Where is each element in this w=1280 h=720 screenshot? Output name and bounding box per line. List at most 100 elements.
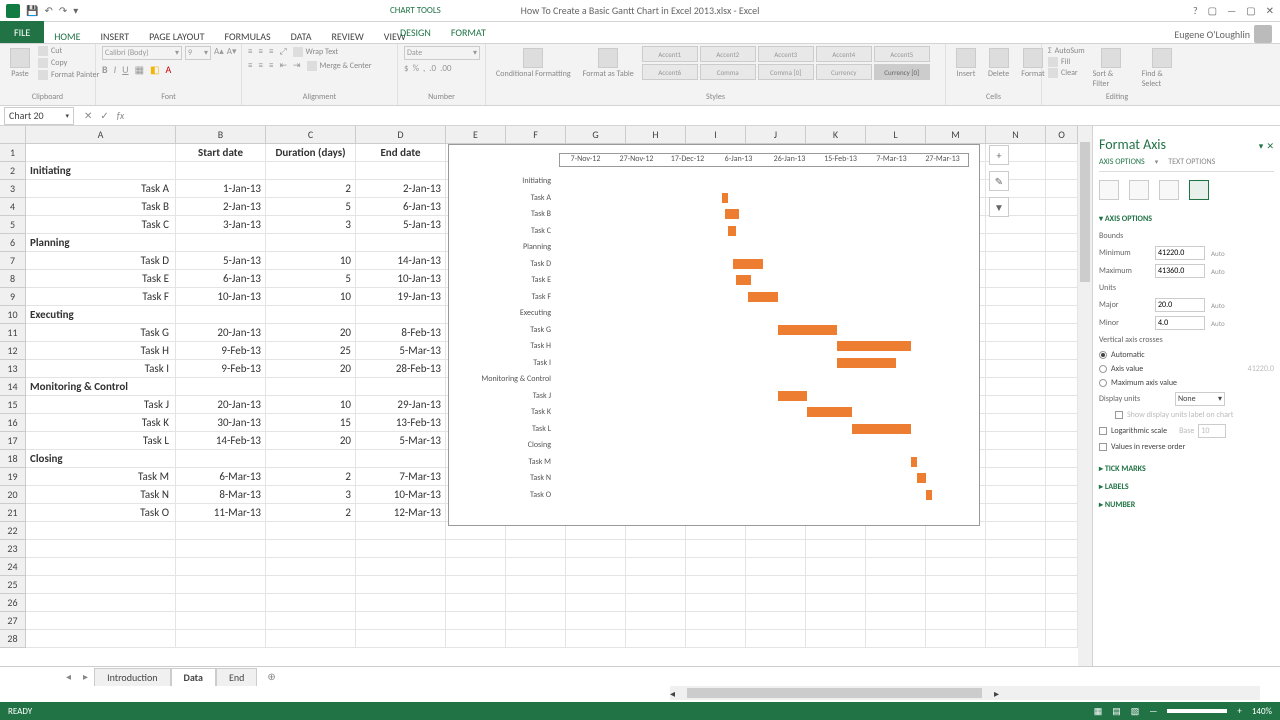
cell-style[interactable]: Accent5 [874, 46, 930, 62]
cell[interactable] [926, 612, 986, 630]
sheet-nav-prev-icon[interactable]: ◂ [60, 670, 77, 683]
cell[interactable] [356, 306, 446, 324]
units-minor-input[interactable] [1155, 316, 1205, 330]
cell[interactable] [926, 540, 986, 558]
delete-cells-button[interactable]: Delete [984, 46, 1013, 81]
row-header[interactable]: 14 [0, 378, 26, 396]
col-header[interactable]: E [446, 126, 506, 144]
cell[interactable] [1046, 324, 1078, 342]
cell[interactable] [986, 360, 1046, 378]
cell[interactable] [1046, 432, 1078, 450]
cell[interactable]: 9-Feb-13 [176, 342, 266, 360]
col-header[interactable]: C [266, 126, 356, 144]
row-header[interactable]: 8 [0, 270, 26, 288]
cell[interactable] [266, 540, 356, 558]
col-header[interactable]: N [986, 126, 1046, 144]
cell[interactable] [356, 234, 446, 252]
col-header[interactable]: J [746, 126, 806, 144]
sheet-nav-next-icon[interactable]: ▸ [77, 670, 94, 683]
view-normal-icon[interactable]: ▦ [1094, 706, 1103, 717]
cell[interactable] [986, 216, 1046, 234]
cell[interactable]: Planning [26, 234, 176, 252]
cell[interactable] [926, 630, 986, 648]
account-label[interactable]: Eugene O'Loughlin [1174, 25, 1272, 43]
bounds-max-input[interactable] [1155, 264, 1205, 278]
cell[interactable]: Task O [26, 504, 176, 522]
cell[interactable]: 3-Jan-13 [176, 216, 266, 234]
sheet-tab-end[interactable]: End [216, 668, 257, 686]
cell[interactable] [986, 540, 1046, 558]
qat-dropdown-icon[interactable]: ▾ [73, 4, 78, 17]
row-header[interactable]: 25 [0, 576, 26, 594]
size-props-icon[interactable] [1159, 180, 1179, 200]
vertical-scrollbar[interactable] [1078, 126, 1092, 666]
row-header[interactable]: 4 [0, 198, 26, 216]
cell[interactable] [1046, 468, 1078, 486]
row-header[interactable]: 3 [0, 180, 26, 198]
align-mid-icon[interactable]: ≡ [258, 46, 262, 57]
cell[interactable] [176, 522, 266, 540]
show-units-label-check[interactable]: Show display units label on chart [1099, 408, 1274, 422]
cell[interactable] [1046, 144, 1078, 162]
cell[interactable]: 10-Jan-13 [176, 288, 266, 306]
gantt-bar[interactable] [725, 209, 740, 219]
cell[interactable] [26, 144, 176, 162]
cell[interactable]: 2 [266, 180, 356, 198]
col-header[interactable]: L [866, 126, 926, 144]
gantt-bar[interactable] [807, 407, 851, 417]
cell[interactable]: 20-Jan-13 [176, 396, 266, 414]
border-button[interactable]: ▦ [135, 63, 144, 76]
row-header[interactable]: 19 [0, 468, 26, 486]
view-layout-icon[interactable]: ▤ [1112, 706, 1121, 717]
units-major-input[interactable] [1155, 298, 1205, 312]
insert-cells-button[interactable]: Insert [952, 46, 980, 81]
row-header[interactable]: 20 [0, 486, 26, 504]
zoom-value[interactable]: 140% [1252, 706, 1272, 717]
col-header[interactable]: A [26, 126, 176, 144]
cell[interactable] [176, 540, 266, 558]
axis-options-icon[interactable] [1189, 180, 1209, 200]
help-icon[interactable]: ? [1193, 4, 1198, 17]
name-box[interactable]: Chart 20▾ [4, 107, 74, 125]
cell[interactable]: Task I [26, 360, 176, 378]
cell[interactable] [1046, 504, 1078, 522]
gantt-bar[interactable] [733, 259, 763, 269]
cell[interactable] [626, 594, 686, 612]
cell[interactable] [356, 630, 446, 648]
col-header[interactable]: I [686, 126, 746, 144]
cell-styles-gallery[interactable]: Accent1Accent2Accent3Accent4Accent5Accen… [642, 46, 930, 80]
cell[interactable] [1046, 180, 1078, 198]
cell[interactable]: 1-Jan-13 [176, 180, 266, 198]
fill-line-icon[interactable] [1099, 180, 1119, 200]
spreadsheet-grid[interactable]: ABCDEFGHIJKLMNO 1Start dateDuration (day… [0, 126, 1092, 666]
align-center-icon[interactable]: ≡ [258, 60, 262, 71]
cell[interactable] [866, 630, 926, 648]
cell[interactable]: 28-Feb-13 [356, 360, 446, 378]
chart-styles-button[interactable]: ✎ [989, 171, 1009, 191]
cell[interactable]: 9-Feb-13 [176, 360, 266, 378]
cell[interactable] [26, 576, 176, 594]
cross-automatic-radio[interactable]: Automatic [1099, 348, 1274, 362]
cell[interactable] [1046, 306, 1078, 324]
cell[interactable] [356, 450, 446, 468]
cell[interactable] [1046, 288, 1078, 306]
display-units-select[interactable]: None▾ [1175, 392, 1225, 406]
cell[interactable] [686, 612, 746, 630]
chart-filters-button[interactable]: ▼ [989, 197, 1009, 217]
cell[interactable]: 6-Mar-13 [176, 468, 266, 486]
cell[interactable] [26, 594, 176, 612]
cell[interactable] [266, 594, 356, 612]
chart-elements-button[interactable]: + [989, 145, 1009, 165]
cell[interactable]: 11-Mar-13 [176, 504, 266, 522]
cell[interactable] [566, 540, 626, 558]
cell[interactable]: Closing [26, 450, 176, 468]
tab-format[interactable]: FORMAT [441, 22, 496, 43]
cell[interactable] [356, 540, 446, 558]
cell[interactable] [986, 378, 1046, 396]
find-select-button[interactable]: Find & Select [1138, 46, 1186, 91]
col-header[interactable]: O [1046, 126, 1078, 144]
cell[interactable] [566, 612, 626, 630]
cell[interactable] [356, 378, 446, 396]
gantt-bar[interactable] [911, 457, 917, 467]
col-header[interactable]: G [566, 126, 626, 144]
